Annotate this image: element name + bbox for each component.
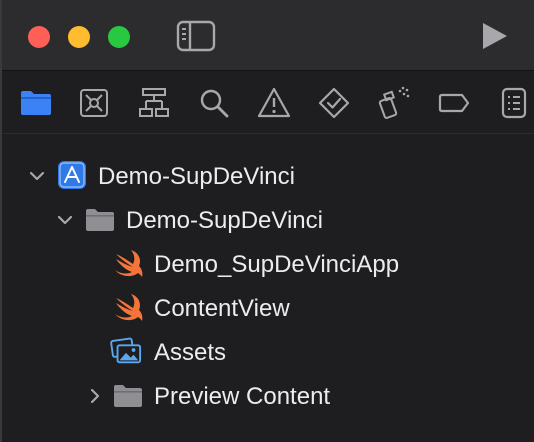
xcode-window: Demo-SupDeVinci Demo-SupDeVinci Demo_Sup… — [0, 0, 534, 442]
project-navigator-tree: Demo-SupDeVinci Demo-SupDeVinci Demo_Sup… — [2, 134, 534, 442]
breakpoint-tag-icon — [438, 93, 470, 113]
tree-row-label: Demo-SupDeVinci — [126, 207, 323, 234]
debug-spray-icon — [378, 86, 410, 119]
tree-row-group[interactable]: Demo-SupDeVinci — [2, 199, 534, 239]
tree-row-label: Demo_SupDeVinciApp — [154, 251, 400, 278]
tab-project-navigator[interactable] — [18, 85, 54, 121]
tab-debug-navigator[interactable] — [376, 85, 412, 121]
zoom-window-button[interactable] — [108, 26, 130, 48]
tree-row-label: Assets — [154, 339, 227, 366]
chevron-down-icon[interactable] — [56, 211, 74, 229]
tab-find-navigator[interactable] — [196, 85, 232, 121]
hierarchy-icon — [139, 88, 169, 117]
warning-icon — [257, 87, 291, 118]
navigator-tab-bar — [2, 71, 534, 133]
test-diamond-icon — [318, 87, 350, 119]
xcode-project-icon — [58, 161, 86, 189]
tab-breakpoint-navigator[interactable] — [436, 85, 472, 121]
play-icon — [483, 23, 507, 49]
tab-source-control-navigator[interactable] — [76, 85, 112, 121]
run-button[interactable] — [478, 20, 510, 52]
folder-icon — [86, 209, 114, 231]
folder-icon — [114, 385, 142, 407]
tab-report-navigator[interactable] — [496, 85, 532, 121]
tab-symbol-navigator[interactable] — [136, 85, 172, 121]
swift-icon — [115, 250, 143, 277]
folder-icon — [21, 91, 51, 115]
chevron-right-icon[interactable] — [86, 387, 104, 405]
chevron-down-icon[interactable] — [28, 167, 46, 185]
magnifier-icon — [200, 89, 229, 118]
tree-row-file[interactable]: Demo_SupDeVinciApp — [2, 243, 534, 283]
tree-row-assets[interactable]: Assets — [2, 331, 534, 371]
tree-row-label: Preview Content — [154, 383, 331, 410]
report-list-icon — [501, 87, 527, 119]
tab-issue-navigator[interactable] — [256, 85, 292, 121]
swift-icon — [115, 294, 143, 321]
tree-row-label: ContentView — [154, 295, 290, 322]
tab-test-navigator[interactable] — [316, 85, 352, 121]
close-window-button[interactable] — [28, 26, 50, 48]
asset-catalog-icon — [110, 337, 142, 364]
title-bar — [2, 0, 534, 70]
sidebar-left-icon — [176, 20, 216, 52]
tree-row-label: Demo-SupDeVinci — [98, 163, 295, 190]
tree-row-file[interactable]: ContentView — [2, 287, 534, 327]
tree-row-group[interactable]: Preview Content — [2, 375, 534, 415]
tree-row-project[interactable]: Demo-SupDeVinci — [2, 155, 534, 195]
minimize-window-button[interactable] — [68, 26, 90, 48]
source-control-icon — [80, 89, 108, 117]
toggle-navigator-button[interactable] — [176, 20, 216, 52]
